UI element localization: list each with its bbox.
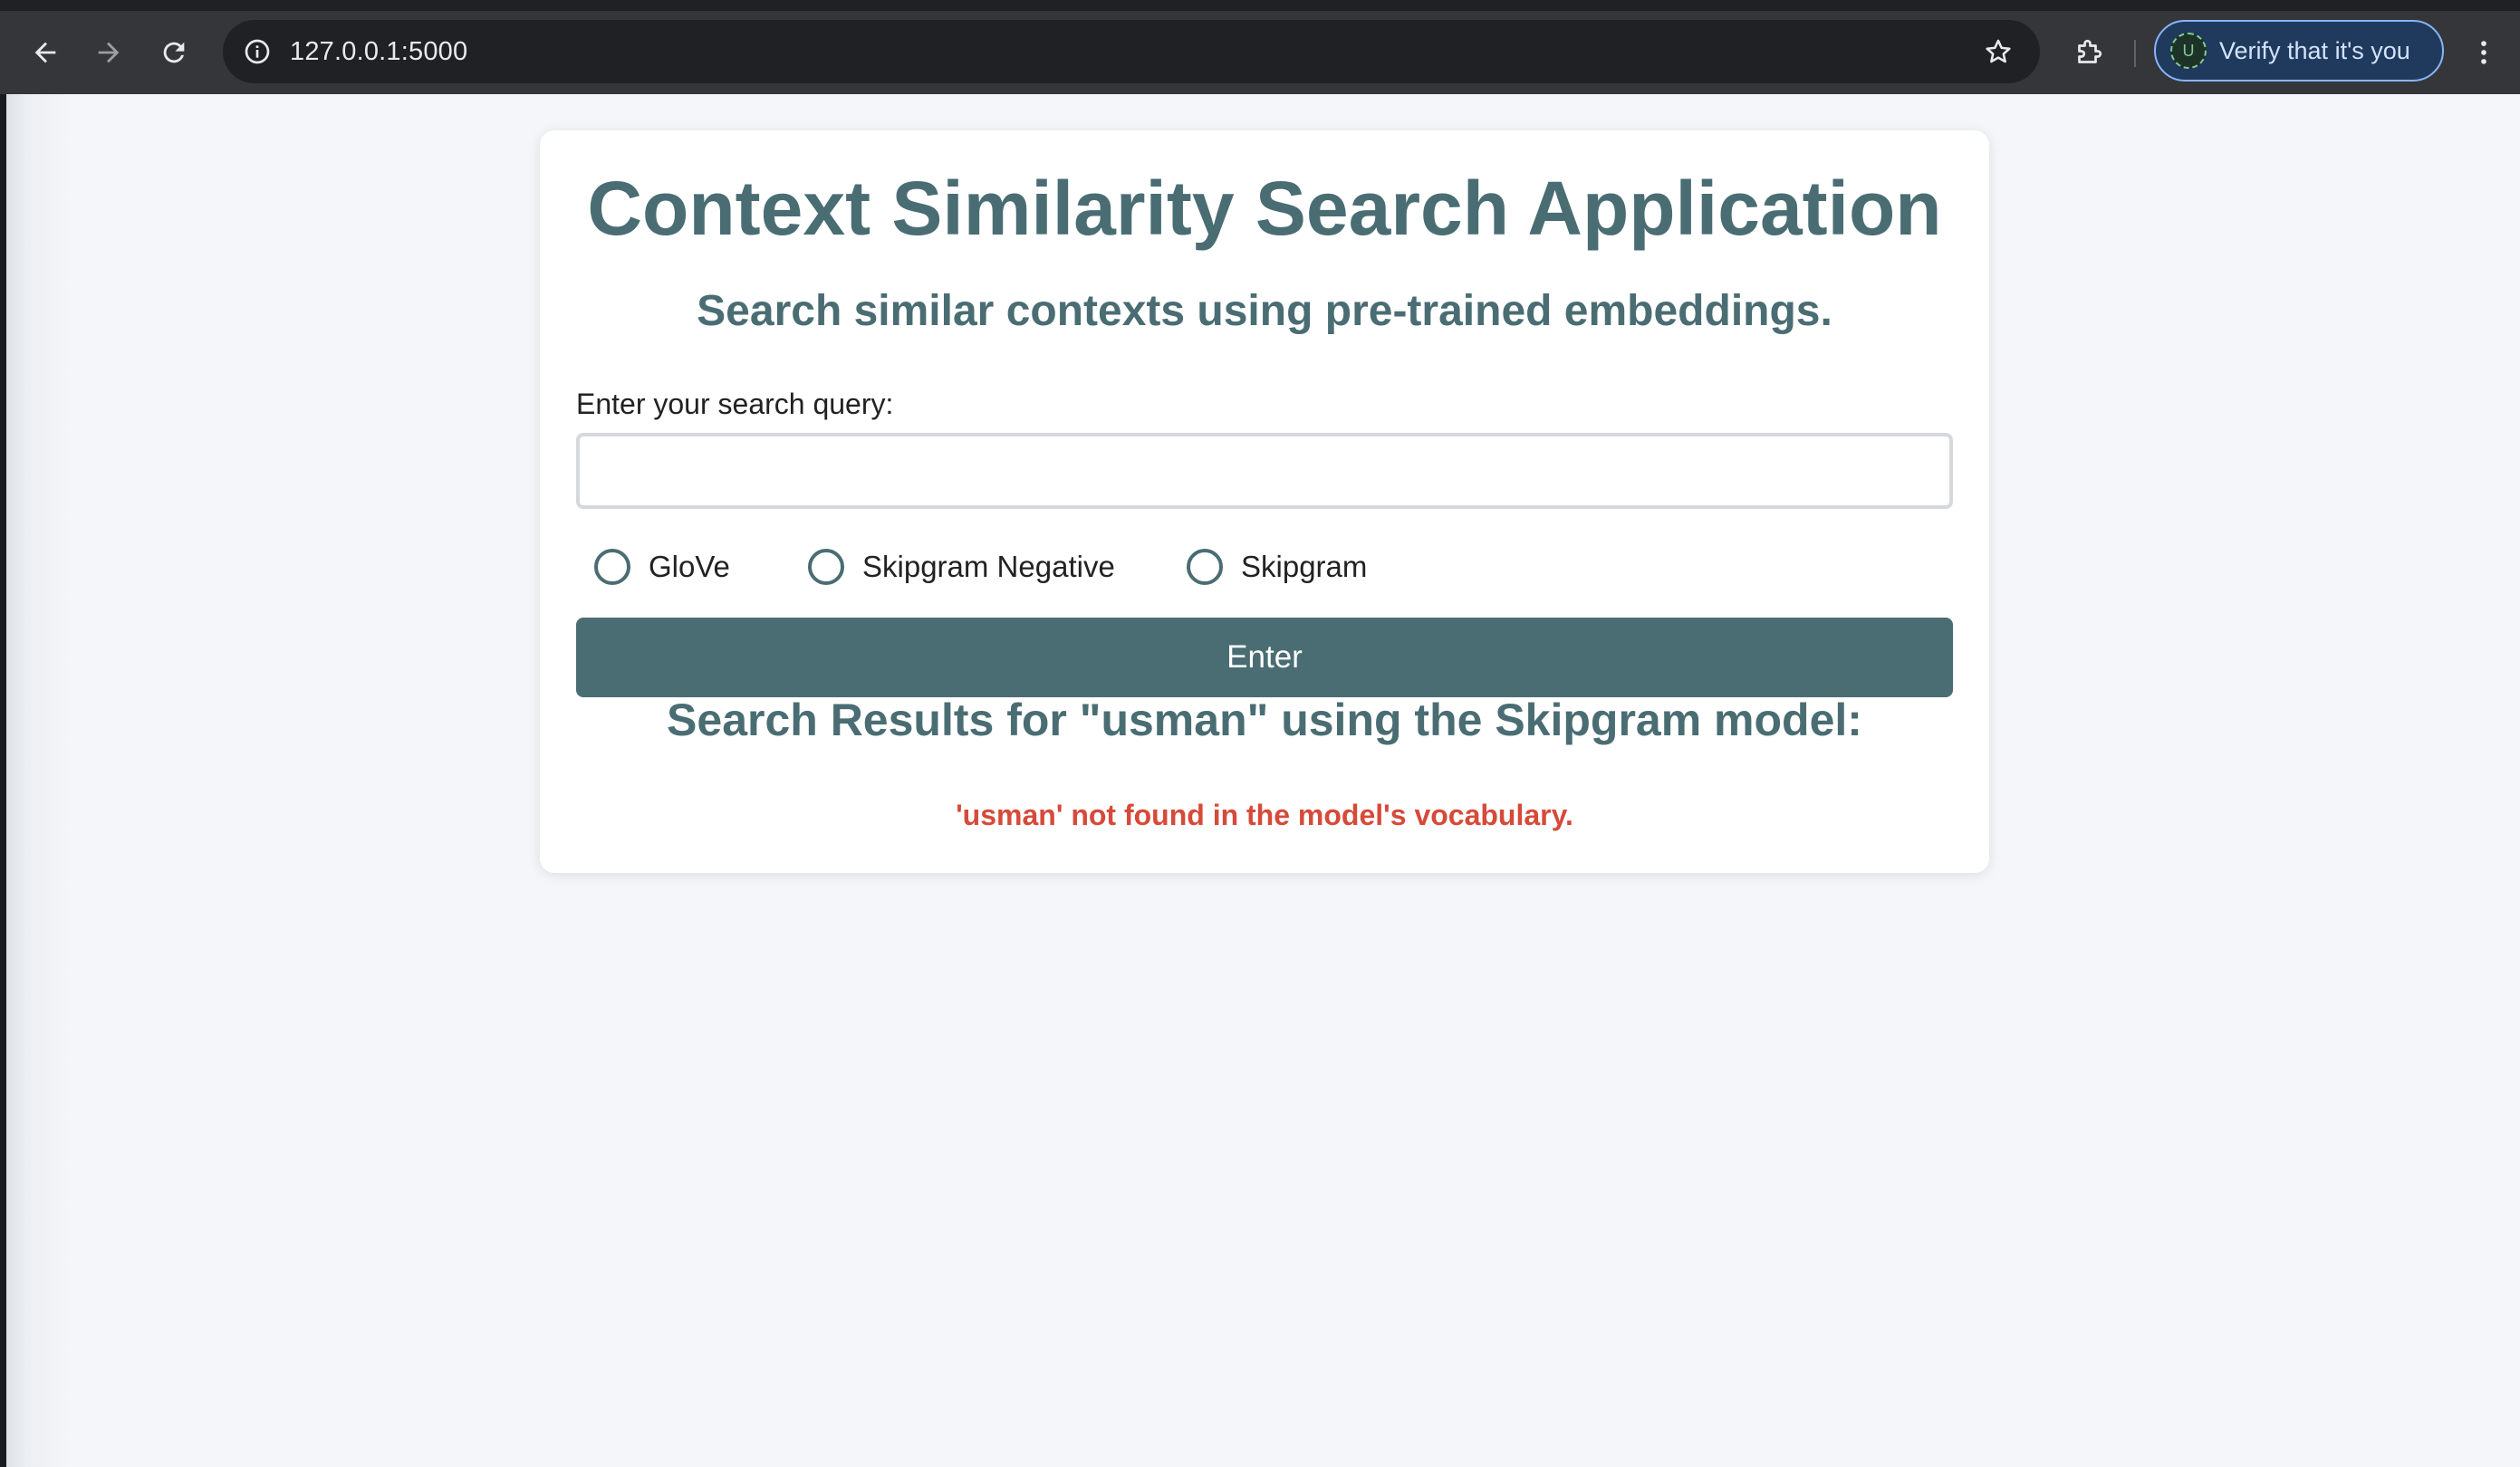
- radio-button-glove[interactable]: [594, 549, 630, 585]
- error-message: 'usman' not found in the model's vocabul…: [956, 799, 1573, 831]
- reload-icon: [163, 42, 185, 63]
- tab-strip: [0, 0, 2520, 11]
- browser-toolbar: 127.0.0.1:5000 U Verify that it's you: [0, 11, 2520, 94]
- radio-option-skipgram-negative[interactable]: Skipgram Negative: [808, 543, 1115, 590]
- arrow-left-icon: [34, 42, 56, 63]
- radio-button-skipgram[interactable]: [1187, 549, 1223, 585]
- address-bar[interactable]: 127.0.0.1:5000: [223, 20, 2040, 83]
- url-text[interactable]: 127.0.0.1:5000: [290, 20, 467, 83]
- radio-label-skipgram[interactable]: Skipgram: [1241, 550, 1367, 584]
- query-label: Enter your search query:: [576, 388, 894, 420]
- enter-button[interactable]: Enter: [576, 618, 1953, 697]
- radio-option-skipgram[interactable]: Skipgram: [1187, 543, 1367, 590]
- window-edge: [0, 94, 6, 1467]
- page-title: Context Similarity Search Application: [587, 166, 1942, 251]
- radio-label-skipgram-negative[interactable]: Skipgram Negative: [862, 550, 1115, 584]
- verify-label: Verify that it's you: [2219, 36, 2410, 64]
- back-button[interactable]: [20, 27, 71, 78]
- browser-chrome: 127.0.0.1:5000 U Verify that it's you: [0, 0, 2520, 94]
- search-card: Context Similarity Search Application Se…: [540, 130, 1989, 873]
- page-subtitle: Search similar contexts using pre-traine…: [697, 287, 1832, 335]
- star-icon[interactable]: [1978, 32, 2018, 72]
- search-input[interactable]: [576, 433, 1953, 509]
- arrow-right-icon: [98, 42, 120, 63]
- extensions-button[interactable]: [2063, 27, 2114, 78]
- puzzle-icon: [2078, 39, 2102, 63]
- browser-menu-button[interactable]: [2458, 27, 2509, 78]
- toolbar-divider: [2134, 40, 2136, 67]
- avatar: U: [2170, 33, 2207, 69]
- radio-label-glove[interactable]: GloVe: [649, 550, 730, 584]
- results-heading: Search Results for "usman" using the Ski…: [667, 695, 1862, 745]
- profile-verify-chip[interactable]: U Verify that it's you: [2154, 20, 2444, 82]
- reload-button[interactable]: [149, 27, 199, 78]
- info-icon[interactable]: [237, 32, 277, 72]
- kebab-menu-icon: [2481, 41, 2486, 64]
- forward-button[interactable]: [83, 27, 134, 78]
- radio-option-glove[interactable]: GloVe: [594, 543, 730, 590]
- window-shadow: [0, 94, 72, 1467]
- radio-button-skipgram-negative[interactable]: [808, 549, 844, 585]
